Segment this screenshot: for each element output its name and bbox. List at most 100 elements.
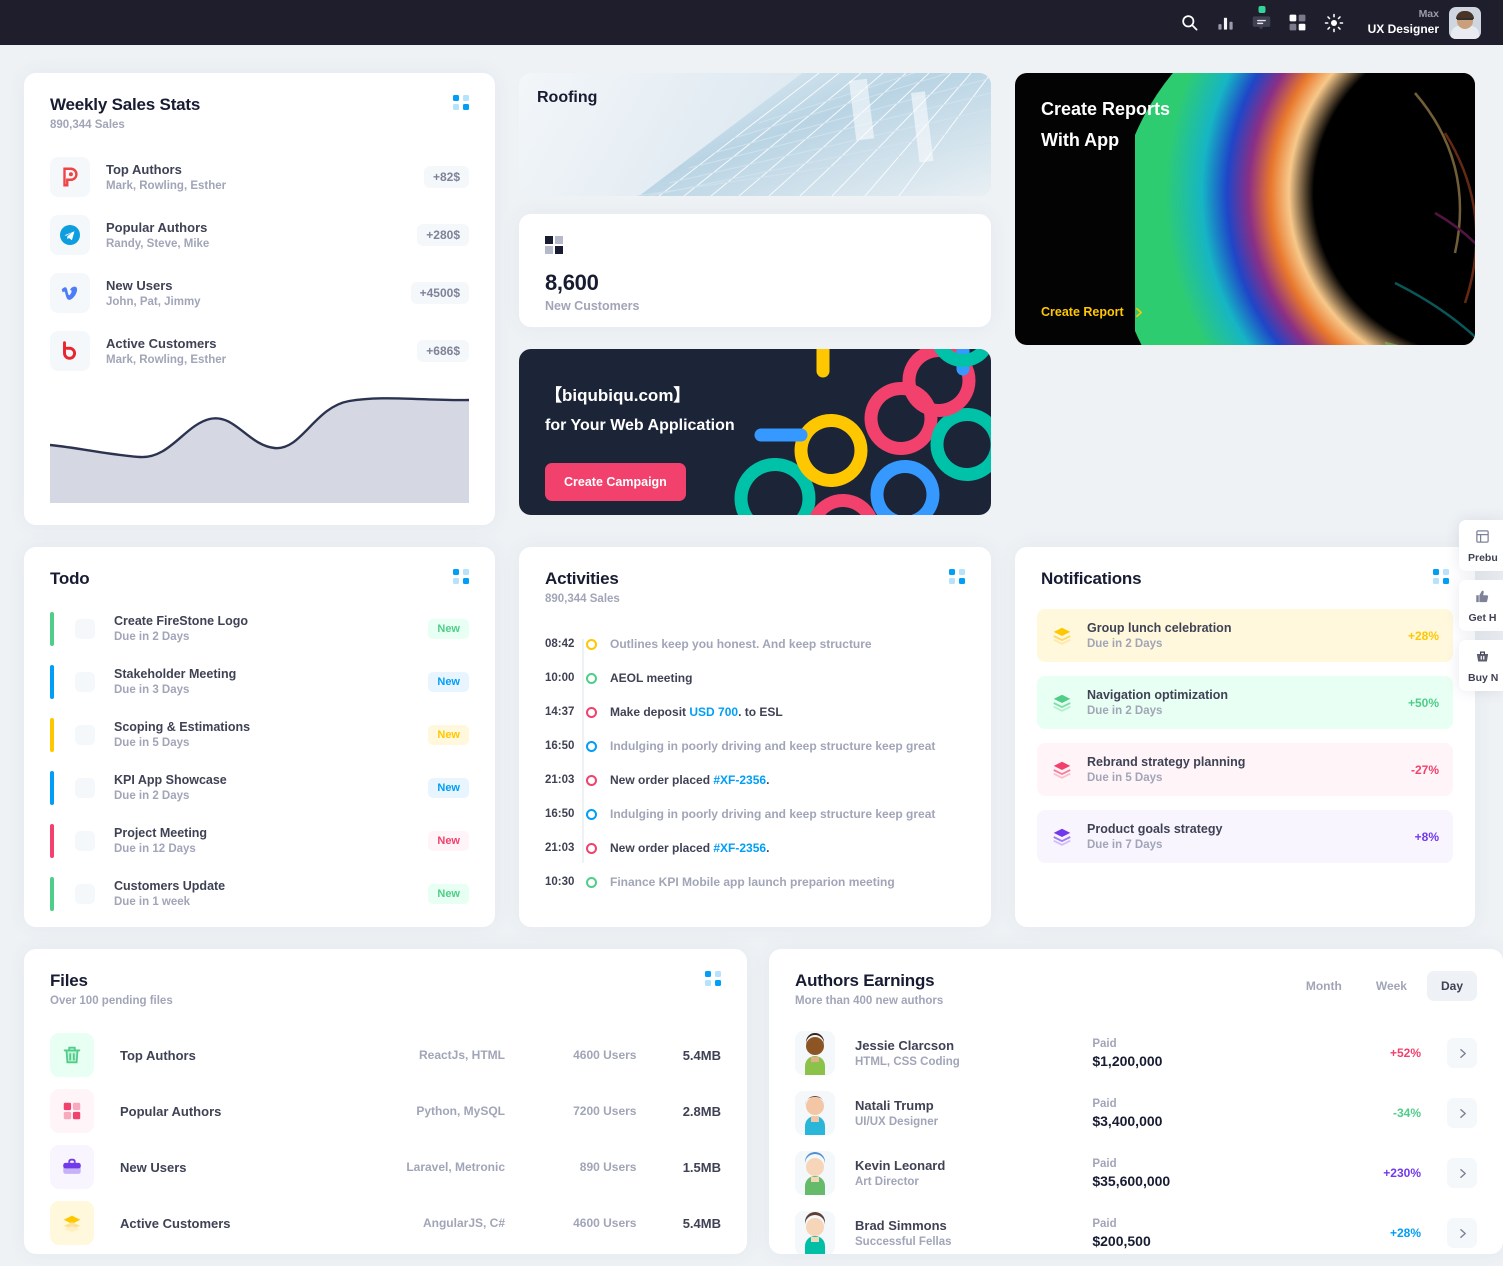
layers-icon bbox=[1053, 694, 1071, 712]
activity-item[interactable]: 08:42 Outlines keep you honest. And keep… bbox=[545, 627, 965, 661]
todo-item[interactable]: Scoping & Estimations Due in 5 Days New bbox=[50, 715, 469, 754]
new-customers-card: 8,600 New Customers bbox=[519, 214, 991, 327]
todo-checkbox[interactable] bbox=[75, 830, 95, 851]
file-name: Top Authors bbox=[120, 1047, 196, 1063]
todo-checkbox[interactable] bbox=[75, 777, 95, 798]
user-profile[interactable]: Max UX Designer bbox=[1368, 6, 1481, 39]
trash-icon bbox=[50, 1033, 94, 1077]
row-detail-button[interactable] bbox=[1447, 1218, 1477, 1248]
activity-item[interactable]: 16:50 Indulging in poorly driving and ke… bbox=[545, 729, 965, 763]
table-row[interactable]: Kevin Leonard Art Director Paid $35,600,00… bbox=[795, 1143, 1477, 1203]
notification-name: Rebrand strategy planning bbox=[1087, 755, 1246, 769]
chat-bubble-icon[interactable] bbox=[1244, 5, 1280, 41]
stat-name: New Users bbox=[106, 278, 173, 293]
file-users: 890 Users bbox=[579, 1160, 637, 1174]
create-campaign-button[interactable]: Create Campaign bbox=[545, 463, 686, 501]
todo-color-bar bbox=[50, 717, 54, 752]
table-row[interactable]: Active Customers AngularJS, C# 4600 User… bbox=[50, 1195, 721, 1251]
notification-item[interactable]: Navigation optimization Due in 2 Days +50… bbox=[1037, 676, 1453, 729]
row-detail-button[interactable] bbox=[1447, 1038, 1477, 1068]
activities-card: Activities 890,344 Sales 08:42 Outlines … bbox=[519, 547, 991, 927]
grid-menu-icon[interactable] bbox=[453, 569, 469, 584]
avatar[interactable] bbox=[1449, 6, 1481, 39]
earnings-pct: -34% bbox=[1392, 1106, 1421, 1120]
list-item[interactable]: Popular Authors Randy, Steve, Mike +280$ bbox=[50, 213, 469, 257]
tab-day[interactable]: Day bbox=[1426, 971, 1477, 1001]
activity-item[interactable]: 21:03 New order placed #XF-2356. bbox=[545, 763, 965, 797]
table-row[interactable]: Jessie Clarcson HTML, CSS Coding Paid $1,2… bbox=[795, 1023, 1477, 1083]
list-item[interactable]: Top Authors Mark, Rowling, Esther +82$ bbox=[50, 155, 469, 199]
table-row[interactable]: Popular Authors Python, MySQL 7200 Users… bbox=[50, 1083, 721, 1139]
get-help-button[interactable]: Get H bbox=[1459, 580, 1503, 631]
activity-text-pre: New order placed bbox=[610, 841, 714, 855]
grid-menu-icon[interactable] bbox=[949, 569, 965, 584]
files-list: Top Authors ReactJs, HTML 4600 Users 5.4… bbox=[24, 1007, 747, 1254]
tab-week[interactable]: Week bbox=[1362, 971, 1421, 1001]
tab-month[interactable]: Month bbox=[1292, 971, 1356, 1001]
roofing-card[interactable]: Roofing bbox=[519, 73, 991, 196]
activity-time: 16:50 bbox=[545, 740, 575, 752]
search-icon[interactable] bbox=[1172, 5, 1208, 41]
todo-item[interactable]: Project Meeting Due in 12 Days New bbox=[50, 821, 469, 860]
activity-item[interactable]: 16:50 Indulging in poorly driving and ke… bbox=[545, 797, 965, 831]
activity-item[interactable]: 10:30 Finance KPI Mobile app launch prep… bbox=[545, 865, 965, 899]
create-report-link[interactable]: Create Report bbox=[1041, 305, 1145, 319]
activity-link[interactable]: #XF-2356 bbox=[713, 841, 766, 855]
briefcase-icon bbox=[50, 1145, 94, 1189]
todo-checkbox[interactable] bbox=[75, 724, 95, 745]
todo-checkbox[interactable] bbox=[75, 883, 95, 904]
grid-menu-icon[interactable] bbox=[705, 971, 721, 986]
bar-chart-icon[interactable] bbox=[1208, 5, 1244, 41]
earnings-period-tabs: Month Week Day bbox=[1292, 971, 1477, 1001]
paid-value: $1,200,000 bbox=[1092, 1052, 1163, 1069]
stat-people: Randy, Steve, Mike bbox=[106, 238, 210, 250]
notification-item[interactable]: Rebrand strategy planning Due in 5 Days -… bbox=[1037, 743, 1453, 796]
todo-item[interactable]: KPI App Showcase Due in 2 Days New bbox=[50, 768, 469, 807]
table-row[interactable]: Brad Simmons Successful Fellas Paid $200,5… bbox=[795, 1203, 1477, 1254]
row-detail-button[interactable] bbox=[1447, 1098, 1477, 1128]
todo-title: Todo bbox=[50, 569, 90, 588]
notification-due: Due in 2 Days bbox=[1087, 638, 1163, 650]
table-row[interactable]: Natali Trump UI/UX Designer Paid $3,400,00… bbox=[795, 1083, 1477, 1143]
prebuilt-button[interactable]: Prebu bbox=[1459, 520, 1503, 571]
todo-color-bar bbox=[50, 611, 54, 646]
todo-color-bar bbox=[50, 876, 54, 911]
table-row[interactable]: New Users Laravel, Metronic 890 Users 1.… bbox=[50, 1139, 721, 1195]
paid-value: $200,500 bbox=[1092, 1232, 1151, 1249]
notification-item[interactable]: Product goals strategy Due in 7 Days +8% bbox=[1037, 810, 1453, 863]
author-name: Natali Trump bbox=[855, 1098, 934, 1113]
activity-item[interactable]: 10:00 AEOL meeting bbox=[545, 661, 965, 695]
layout-grid-icon[interactable] bbox=[1280, 5, 1316, 41]
status-badge: New bbox=[428, 618, 469, 639]
list-item[interactable]: Active Customers Mark, Rowling, Esther +… bbox=[50, 329, 469, 373]
file-size: 5.4MB bbox=[682, 1215, 721, 1231]
file-tech: Python, MySQL bbox=[416, 1104, 506, 1118]
todo-color-bar bbox=[50, 770, 54, 805]
todo-due: Due in 12 Days bbox=[114, 843, 196, 855]
activity-dot bbox=[586, 876, 597, 888]
grid-menu-icon[interactable] bbox=[1433, 569, 1449, 584]
todo-item[interactable]: Create FireStone Logo Due in 2 Days New bbox=[50, 609, 469, 648]
todo-checkbox[interactable] bbox=[75, 618, 95, 639]
grid-menu-icon[interactable] bbox=[453, 95, 469, 110]
layers-icon bbox=[1053, 627, 1071, 645]
activity-time: 10:30 bbox=[545, 876, 575, 888]
activity-time: 21:03 bbox=[545, 774, 575, 786]
activity-link[interactable]: USD 700 bbox=[689, 705, 738, 719]
activity-item[interactable]: 14:37 Make deposit USD 700. to ESL bbox=[545, 695, 965, 729]
todo-checkbox[interactable] bbox=[75, 671, 95, 692]
brightness-icon[interactable] bbox=[1316, 5, 1352, 41]
buy-now-button[interactable]: Buy N bbox=[1459, 640, 1503, 691]
create-reports-card: Create Reports With App Create Report bbox=[1015, 73, 1475, 345]
grid-squares-icon bbox=[50, 1089, 94, 1133]
table-row[interactable] bbox=[50, 1251, 721, 1254]
todo-item[interactable]: Customers Update Due in 1 week New bbox=[50, 874, 469, 913]
todo-item[interactable]: Stakeholder Meeting Due in 3 Days New bbox=[50, 662, 469, 701]
activity-time: 10:00 bbox=[545, 672, 575, 684]
list-item[interactable]: New Users John, Pat, Jimmy +4500$ bbox=[50, 271, 469, 315]
table-row[interactable]: Top Authors ReactJs, HTML 4600 Users 5.4… bbox=[50, 1027, 721, 1083]
activity-item[interactable]: 21:03 New order placed #XF-2356. bbox=[545, 831, 965, 865]
notification-item[interactable]: Group lunch celebration Due in 2 Days +28… bbox=[1037, 609, 1453, 662]
activity-link[interactable]: #XF-2356 bbox=[713, 773, 766, 787]
row-detail-button[interactable] bbox=[1447, 1158, 1477, 1188]
